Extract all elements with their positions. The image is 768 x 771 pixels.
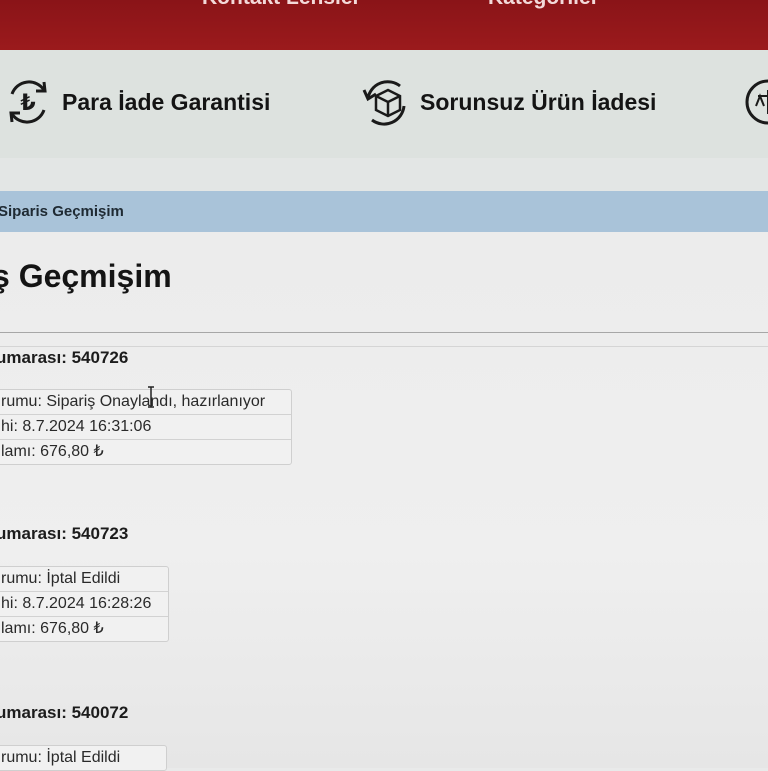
breadcrumb: Siparis Geçmişim — [0, 191, 768, 233]
box-return-icon — [360, 76, 412, 128]
feature-money-back: ₺ Para İade Garantisi — [2, 76, 270, 128]
order-details: rumu: İptal Edildi — [0, 745, 167, 771]
title-divider — [0, 332, 768, 333]
text-cursor-icon — [147, 386, 155, 408]
order-status: rumu: Sipariş Onaylandı, hazırlanıyor — [0, 390, 291, 415]
title-divider-secondary — [0, 346, 768, 347]
breadcrumb-current[interactable]: Siparis Geçmişim — [0, 203, 124, 220]
order-date: hi: 8.7.2024 16:28:26 — [0, 592, 168, 617]
order-status: rumu: İptal Edildi — [0, 567, 168, 592]
order-date: hi: 8.7.2024 16:31:06 — [0, 415, 291, 440]
order-total: lamı: 676,80 ₺ — [1, 443, 104, 460]
scale-icon — [742, 76, 768, 128]
order-history-content: ş Geçmişim umarası: 540726 rumu: Sipariş… — [0, 232, 768, 771]
feature-warranty — [742, 76, 768, 128]
lira-refund-icon: ₺ — [2, 76, 54, 128]
page-title: ş Geçmişim — [0, 258, 172, 294]
feature-product-return-label: Sorunsuz Ürün İadesi — [420, 88, 657, 115]
top-navigation-bar: Kontakt Lensler Kategoriler — [0, 0, 768, 50]
order-total: lamı: 676,80 ₺ — [1, 620, 104, 637]
nav-link-categories[interactable]: Kategoriler — [488, 0, 599, 10]
svg-text:₺: ₺ — [20, 91, 35, 116]
order-details: rumu: İptal Edildi hi: 8.7.2024 16:28:26… — [0, 566, 169, 642]
feature-product-return: Sorunsuz Ürün İadesi — [360, 76, 656, 128]
order-number: umarası: 540726 — [0, 348, 129, 367]
order-details: rumu: Sipariş Onaylandı, hazırlanıyor hi… — [0, 389, 292, 465]
spacer-strip — [0, 158, 768, 191]
order-number: umarası: 540723 — [0, 524, 129, 543]
feature-banner: ₺ Para İade Garantisi Sorunsuz Ürün İade… — [0, 50, 768, 159]
nav-link-contact[interactable]: Kontakt Lensler — [202, 0, 361, 10]
order-number: umarası: 540072 — [0, 703, 129, 722]
feature-money-back-label: Para İade Garantisi — [62, 88, 271, 115]
order-status: rumu: İptal Edildi — [1, 749, 121, 766]
